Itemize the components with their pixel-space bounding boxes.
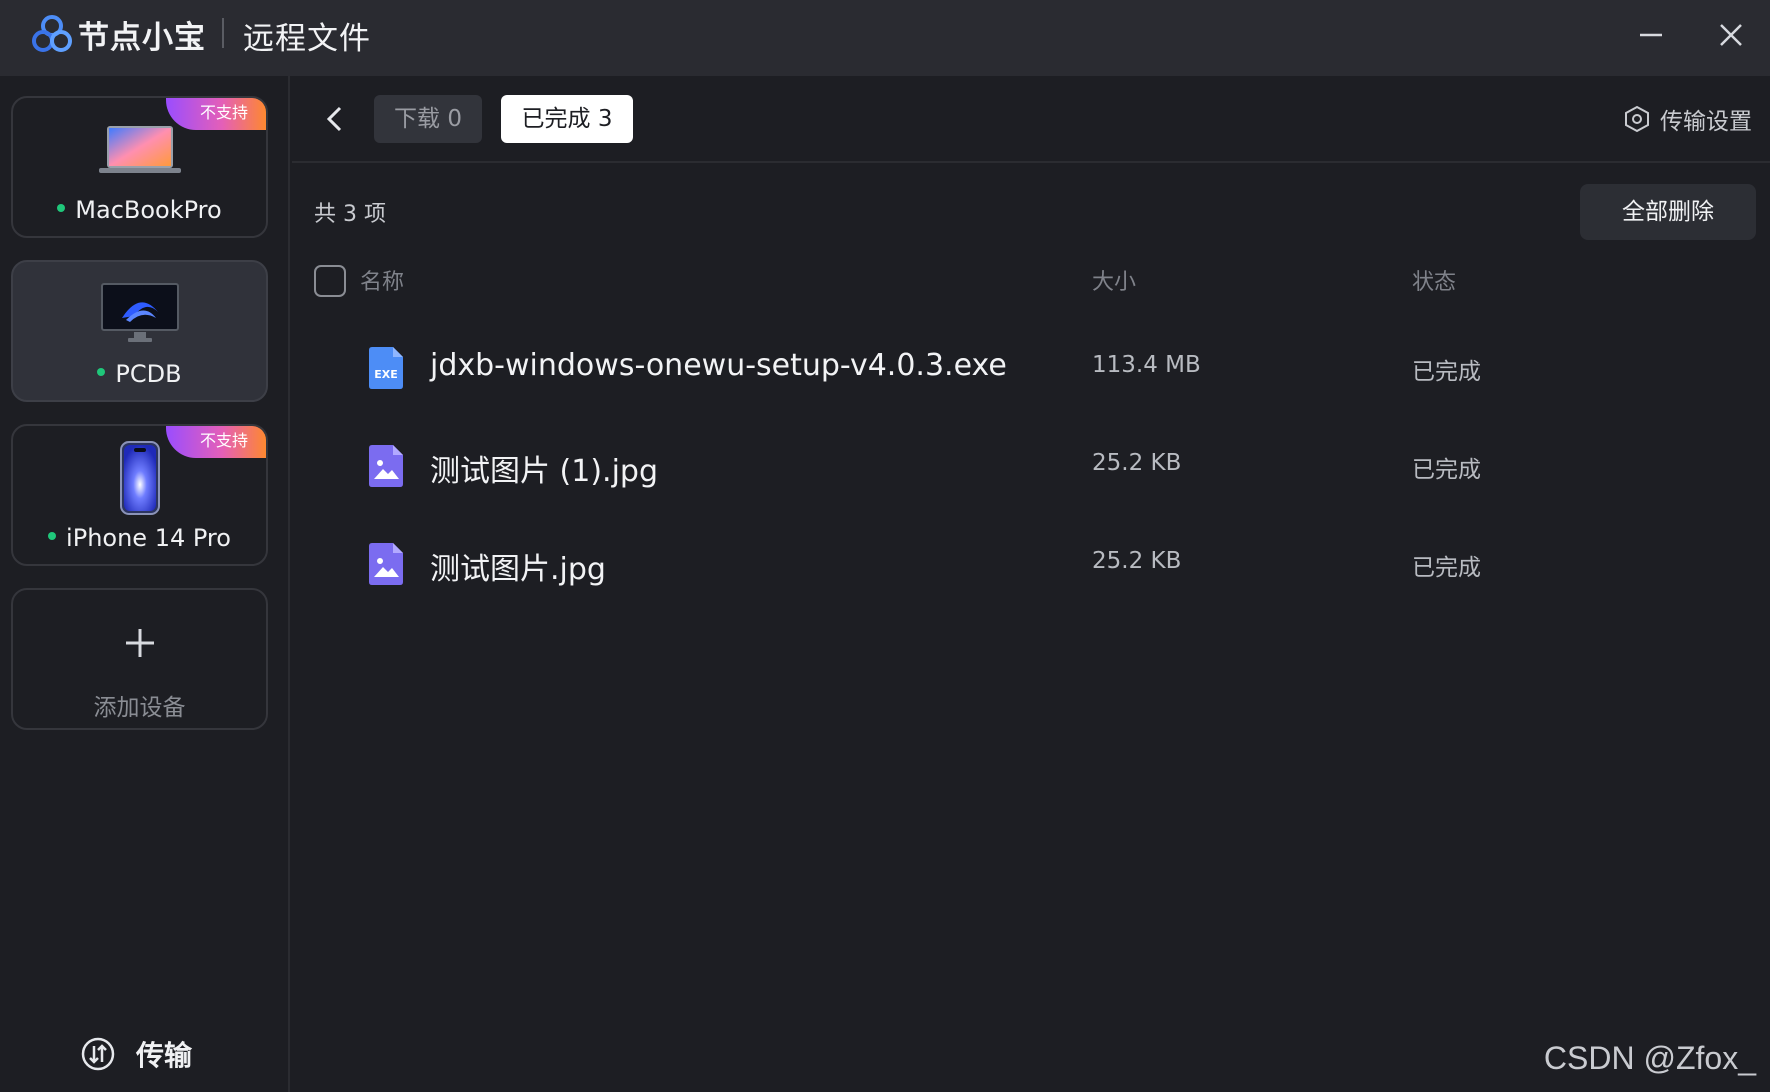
image-file-icon	[369, 445, 403, 487]
file-row[interactable]: 测试图片.jpg 25.2 KB 已完成	[292, 522, 1770, 608]
device-label: PCDB	[13, 360, 266, 388]
file-size: 25.2 KB	[1092, 450, 1182, 476]
exe-file-icon: EXE	[369, 347, 403, 389]
file-status: 已完成	[1412, 555, 1481, 581]
transfer-nav-item[interactable]: 传输	[80, 1034, 192, 1074]
online-status-dot	[57, 204, 66, 212]
column-header-status[interactable]: 状态	[1412, 264, 1456, 296]
device-label: MacBookPro	[13, 196, 266, 224]
file-size: 113.4 MB	[1092, 352, 1201, 378]
item-count: 共 3 项	[314, 202, 386, 227]
file-name[interactable]: jdxb-windows-onewu-setup-v4.0.3.exe	[430, 348, 1007, 383]
add-device-label: 添加设备	[93, 695, 186, 721]
tab-download[interactable]: 下载 0	[374, 95, 482, 143]
device-card-macbookpro[interactable]: 不支持 MacBookPro	[11, 96, 268, 238]
delete-all-button[interactable]: 全部删除	[1580, 184, 1756, 240]
column-header-size[interactable]: 大小	[1092, 264, 1136, 296]
desktop-monitor-icon	[100, 283, 179, 342]
back-arrow-icon[interactable]	[320, 102, 350, 136]
close-icon[interactable]	[1710, 14, 1752, 56]
online-status-dot	[48, 532, 57, 540]
online-status-dot	[97, 368, 106, 376]
device-label: iPhone 14 Pro	[13, 524, 266, 552]
file-name[interactable]: 测试图片 (1).jpg	[430, 446, 658, 490]
device-sidebar: 不支持 MacBookPro PCDB 不支持 iPhone 14 Pro 添加…	[0, 76, 290, 1092]
settings-hexagon-icon	[1625, 105, 1649, 133]
file-name[interactable]: 测试图片.jpg	[430, 544, 606, 588]
device-card-pcdb[interactable]: PCDB	[11, 260, 268, 402]
app-name: 节点小宝	[78, 20, 206, 56]
unsupported-badge: 不支持	[166, 426, 266, 458]
select-all-checkbox[interactable]	[314, 265, 346, 297]
app-logo-icon	[32, 15, 72, 52]
transfer-nav-label: 传输	[136, 1039, 193, 1072]
minimize-icon[interactable]	[1630, 14, 1672, 56]
transfer-settings-button[interactable]: 传输设置	[1622, 102, 1752, 136]
image-file-icon	[369, 543, 403, 585]
plus-icon	[125, 629, 154, 657]
file-status: 已完成	[1412, 359, 1481, 385]
file-row[interactable]: EXE jdxb-windows-onewu-setup-v4.0.3.exe …	[292, 326, 1770, 412]
file-row[interactable]: 测试图片 (1).jpg 25.2 KB 已完成	[292, 424, 1770, 510]
device-card-iphone-14-pro[interactable]: 不支持 iPhone 14 Pro	[11, 424, 268, 566]
main-panel: 下载 0 已完成 3 传输设置 共 3 项 全部删除 名称 大小 状态 EXE …	[292, 76, 1770, 1092]
laptop-icon	[98, 126, 181, 173]
transfer-settings-label: 传输设置	[1660, 109, 1752, 135]
svg-text:EXE: EXE	[374, 368, 398, 381]
file-size: 25.2 KB	[1092, 548, 1182, 574]
add-device-button[interactable]: 添加设备	[11, 588, 268, 730]
title-divider	[222, 18, 224, 48]
transfer-icon	[81, 1037, 115, 1071]
smartphone-icon	[119, 441, 160, 515]
watermark-text: CSDN @Zfox_	[1543, 1040, 1756, 1076]
toolbar: 下载 0 已完成 3 传输设置	[292, 76, 1770, 163]
page-title: 远程文件	[243, 21, 371, 57]
tab-completed[interactable]: 已完成 3	[501, 95, 633, 143]
column-header-name[interactable]: 名称	[360, 264, 404, 296]
title-bar: 节点小宝 远程文件	[0, 0, 1770, 76]
file-status: 已完成	[1412, 457, 1481, 483]
